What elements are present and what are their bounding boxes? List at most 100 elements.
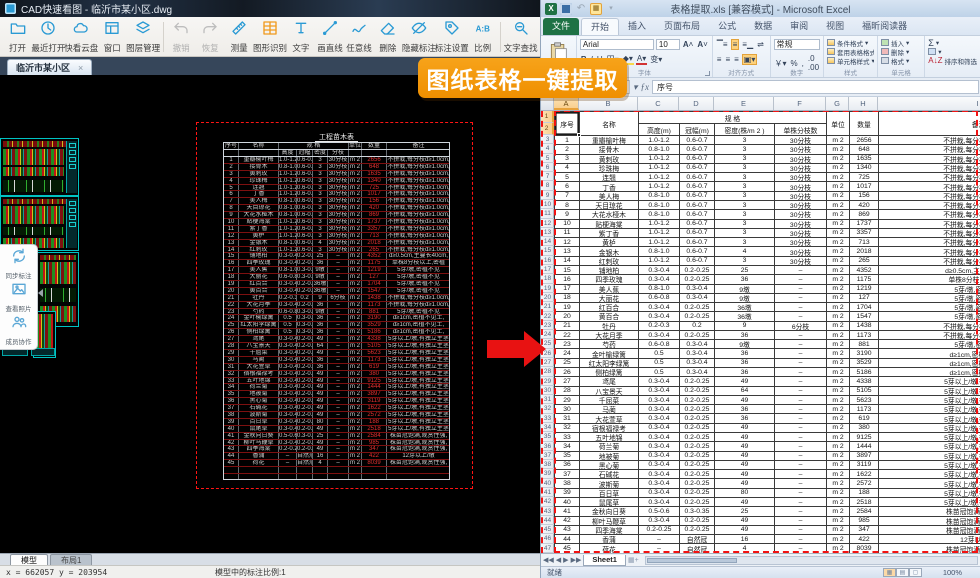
cell[interactable]: 1: [555, 136, 580, 145]
cell[interactable]: 5芽以上/墩,有独立主茎: [879, 489, 980, 498]
cell[interactable]: 0.3-0.4: [639, 452, 680, 461]
format-cells-button[interactable]: 格式▾: [881, 56, 921, 65]
cell[interactable]: 芍药: [580, 340, 639, 349]
cell[interactable]: 不拼栽,每分枝d≥1.0cm,: [879, 220, 980, 229]
cell[interactable]: 0.3-0.4: [639, 424, 680, 433]
font-color-icon[interactable]: A▾: [636, 54, 647, 65]
cell[interactable]: 2: [555, 145, 580, 154]
cell[interactable]: 0.3-0.4: [639, 266, 680, 275]
cell[interactable]: 5芽以上/墩,有独立主茎: [879, 479, 980, 488]
cell[interactable]: –: [775, 275, 827, 284]
cell[interactable]: 9墩: [715, 340, 775, 349]
cell[interactable]: m 2: [827, 396, 850, 405]
row-header-16[interactable]: 16: [541, 256, 554, 265]
cell[interactable]: 3: [715, 145, 775, 154]
ribbon-tab-4[interactable]: 公式: [709, 18, 745, 35]
cell[interactable]: 49: [715, 377, 775, 386]
cell[interactable]: 9墩: [715, 285, 775, 294]
scrollbar-thumb[interactable]: [647, 558, 737, 563]
cell[interactable]: 0.2-0.25: [680, 489, 715, 498]
cell[interactable]: 5芽以上/墩,有独立主茎: [879, 498, 980, 507]
cell[interactable]: 规 格: [639, 112, 827, 124]
cell[interactable]: 不拼栽,每分枝d≥1.0cm,: [879, 164, 980, 173]
cell[interactable]: m 2: [827, 489, 850, 498]
row-header-17[interactable]: 17: [541, 265, 554, 274]
cell[interactable]: 5芽以上/墩,有独立主茎: [879, 396, 980, 405]
cell[interactable]: 0.2-0.25: [680, 498, 715, 507]
horizontal-scrollbar[interactable]: [645, 556, 978, 565]
cell[interactable]: 2018: [850, 247, 879, 256]
row-header-22[interactable]: 22: [541, 312, 554, 321]
cell[interactable]: m 2: [827, 368, 850, 377]
ribbon-tab-file[interactable]: 文件: [543, 18, 579, 35]
cell[interactable]: 0.6-0.7: [680, 201, 715, 210]
cell[interactable]: 49: [715, 442, 775, 451]
cell[interactable]: 牡丹: [580, 322, 639, 331]
row-header-11[interactable]: 11: [541, 209, 554, 218]
cell[interactable]: 0.3-0.4: [639, 275, 680, 284]
toolbar-button-folder[interactable]: 打开: [3, 19, 32, 56]
cell[interactable]: 0.2-0.25: [680, 479, 715, 488]
cell[interactable]: 30分枝: [775, 210, 827, 219]
cell[interactable]: 0.5: [639, 368, 680, 377]
cell[interactable]: 不拼栽,每分枝d≥1.0cm,: [879, 155, 980, 164]
cell[interactable]: m 2: [827, 452, 850, 461]
cell[interactable]: 36: [715, 405, 775, 414]
cell[interactable]: 420: [850, 201, 879, 210]
cell[interactable]: 39: [555, 489, 580, 498]
cell[interactable]: 0.6-0.8: [639, 294, 680, 303]
cell[interactable]: 80: [715, 489, 775, 498]
cell[interactable]: 5芽/墩,密植不见: [879, 340, 980, 349]
cell[interactable]: m 2: [827, 220, 850, 229]
cell[interactable]: 不拼栽,每分枝d≥1.0cm,: [879, 173, 980, 182]
cell[interactable]: 30分枝: [775, 136, 827, 145]
cell[interactable]: m 2: [827, 470, 850, 479]
cell[interactable]: 36: [555, 461, 580, 470]
cell[interactable]: –: [775, 368, 827, 377]
cell[interactable]: 648: [850, 145, 879, 154]
cell[interactable]: 1175: [850, 275, 879, 284]
cell[interactable]: 0.3-0.4: [680, 368, 715, 377]
cell[interactable]: 3: [715, 182, 775, 191]
cell[interactable]: 不拼栽,每分枝d≥1.0cm,: [879, 247, 980, 256]
cell[interactable]: 36: [715, 331, 775, 340]
cell[interactable]: 备注: [879, 112, 980, 136]
conditional-formatting-button[interactable]: 条件格式▾: [827, 38, 874, 47]
cell[interactable]: 22: [555, 331, 580, 340]
cell[interactable]: m 2: [827, 229, 850, 238]
cell[interactable]: 0.2-0.25: [680, 470, 715, 479]
cell[interactable]: 黑心菊: [580, 461, 639, 470]
cell[interactable]: m 2: [827, 322, 850, 331]
cell[interactable]: 30分枝: [775, 201, 827, 210]
row-header-41[interactable]: 41: [541, 488, 554, 497]
cell[interactable]: –: [775, 266, 827, 275]
cell[interactable]: 地被菊: [580, 452, 639, 461]
cell[interactable]: 25: [555, 359, 580, 368]
cell[interactable]: 25: [715, 507, 775, 516]
toolbar-button-layers[interactable]: 图层管理: [127, 19, 160, 56]
cell[interactable]: 0.6-0.7: [680, 229, 715, 238]
cell[interactable]: 37: [555, 470, 580, 479]
toolbar-button-table-recognize[interactable]: 图形识别: [254, 19, 287, 56]
cell[interactable]: –: [775, 340, 827, 349]
cell[interactable]: m 2: [827, 424, 850, 433]
row-header-30[interactable]: 30: [541, 386, 554, 395]
cell[interactable]: 1340: [850, 164, 879, 173]
cell[interactable]: 127: [850, 294, 879, 303]
cell[interactable]: 数量: [850, 112, 879, 136]
cell[interactable]: 11: [555, 229, 580, 238]
cell[interactable]: 3529: [850, 359, 879, 368]
cell[interactable]: 1219: [850, 285, 879, 294]
cell[interactable]: 1.0-1.2: [639, 257, 680, 266]
row-header-43[interactable]: 43: [541, 507, 554, 516]
cell[interactable]: 0.3-0.4: [680, 294, 715, 303]
cell[interactable]: 3357: [850, 229, 879, 238]
cell[interactable]: 30分枝: [775, 247, 827, 256]
cell[interactable]: m 2: [827, 173, 850, 182]
cell[interactable]: 42: [555, 517, 580, 526]
align-top-icon[interactable]: ▔≡: [716, 40, 729, 49]
cell[interactable]: 3: [715, 257, 775, 266]
cell[interactable]: m 2: [827, 155, 850, 164]
toolbar-button-freehand[interactable]: 任意线: [344, 19, 373, 56]
toolbar-button-search-text[interactable]: 文字查找: [504, 19, 537, 56]
